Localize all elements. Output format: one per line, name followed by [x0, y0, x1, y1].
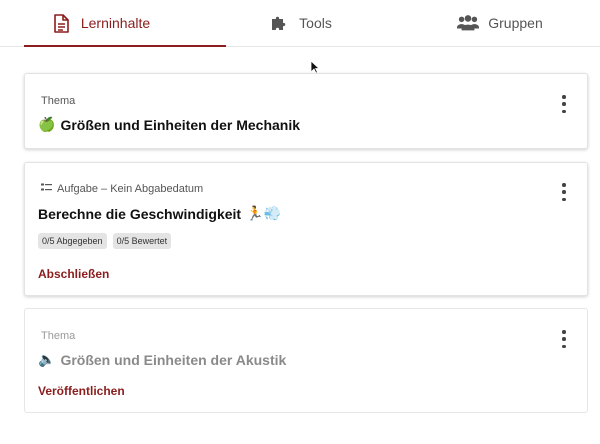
abschliessen-button[interactable]: Abschließen: [38, 267, 109, 281]
runner-emoji: 🏃💨: [246, 205, 281, 221]
tab-bar: Lerninhalte Tools Gruppen: [0, 0, 600, 47]
card-title[interactable]: Berechne die Geschwindigkeit 🏃💨: [38, 205, 281, 222]
more-options-button[interactable]: [557, 95, 571, 113]
topic-card-mechanik[interactable]: Thema 🍏 Größen und Einheiten der Mechani…: [24, 73, 588, 149]
users-icon: [457, 12, 480, 34]
task-card-geschwindigkeit[interactable]: Aufgabe – Kein Abgabedatum Berechne die …: [24, 162, 588, 296]
document-icon: [50, 12, 72, 34]
tab-gruppen[interactable]: Gruppen: [400, 0, 600, 46]
card-type-label: Thema: [41, 95, 76, 107]
tab-label: Gruppen: [488, 15, 543, 31]
topic-card-akustik[interactable]: Thema 🔈 Größen und Einheiten der Akustik…: [24, 308, 588, 413]
speaker-emoji: 🔈: [38, 351, 56, 367]
card-title[interactable]: 🍏 Größen und Einheiten der Mechanik: [38, 116, 300, 133]
card-type-label: Thema: [41, 330, 76, 342]
tab-lerninhalte[interactable]: Lerninhalte: [0, 0, 226, 47]
submitted-badge: 0/5 Abgegeben: [38, 233, 107, 249]
tab-tools[interactable]: Tools: [200, 0, 400, 46]
veroeffentlichen-button[interactable]: Veröffentlichen: [38, 384, 125, 398]
tab-label: Lerninhalte: [80, 15, 151, 31]
more-options-button[interactable]: [557, 183, 571, 201]
card-title[interactable]: 🔈 Größen und Einheiten der Akustik: [38, 351, 286, 368]
task-list-icon: [41, 183, 52, 195]
card-type-label: Aufgabe – Kein Abgabedatum: [41, 183, 203, 195]
tab-label: Tools: [299, 15, 332, 31]
graded-badge: 0/5 Bewertet: [112, 233, 172, 249]
puzzle-icon: [268, 12, 290, 34]
more-options-button[interactable]: [557, 330, 571, 348]
apple-emoji: 🍏: [38, 116, 56, 132]
